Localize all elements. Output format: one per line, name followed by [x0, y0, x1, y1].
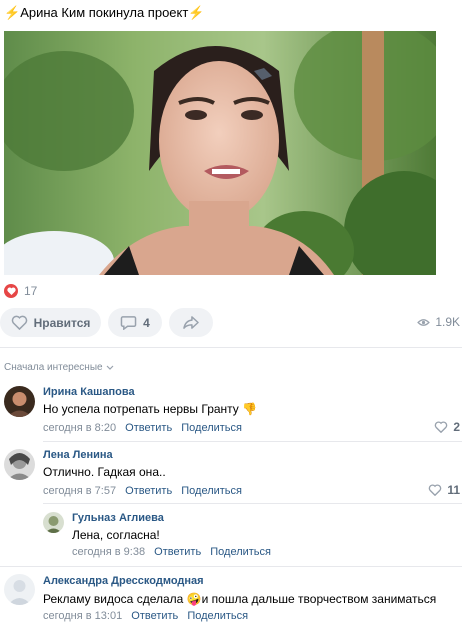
heart-icon: [429, 484, 442, 496]
divider: [0, 347, 462, 348]
divider: [0, 566, 462, 567]
comment-time[interactable]: сегодня в 7:57: [43, 485, 116, 497]
comment-text: Но успела потрепать нервы Гранту 👎: [43, 402, 258, 416]
likes-count: 17: [24, 284, 38, 298]
avatar[interactable]: [4, 386, 35, 417]
share-comment-button[interactable]: Поделиться: [181, 485, 242, 497]
comment-reply-item: Гульназ Аглиева Лена, согласна! сегодня …: [0, 508, 464, 568]
comment-meta: сегодня в 13:01 Ответить Поделиться: [43, 610, 248, 622]
avatar[interactable]: [43, 512, 64, 533]
comment-meta: сегодня в 7:57 Ответить Поделиться: [43, 485, 242, 497]
heart-icon: [4, 284, 18, 298]
comment-time[interactable]: сегодня в 8:20: [43, 422, 116, 434]
comment-text: Рекламу видоса сделала 🤪и пошла дальше т…: [43, 592, 437, 606]
comment-meta: сегодня в 9:38 Ответить Поделиться: [72, 546, 271, 558]
eye-icon: [417, 318, 431, 326]
like-label: Нравится: [33, 315, 91, 330]
views-count: 1.9K: [435, 315, 460, 329]
avatar[interactable]: [4, 449, 35, 480]
comment-text: Отлично. Гадкая она..: [43, 465, 166, 479]
thumbs-down-emoji: 👎: [242, 402, 258, 416]
comment-time[interactable]: сегодня в 13:01: [43, 610, 122, 622]
post-title: ⚡Арина Ким покинула проект⚡: [4, 5, 205, 21]
comment-likes-count: 2: [453, 420, 460, 434]
post-photo[interactable]: [4, 31, 436, 275]
share-icon: [183, 316, 199, 329]
reply-button[interactable]: Ответить: [125, 422, 172, 434]
lightning-icon: ⚡: [188, 5, 205, 20]
comment-likes-count: 11: [447, 483, 460, 497]
comment-button[interactable]: 4: [108, 308, 162, 337]
post-actions: Нравится 4 1.9K: [0, 308, 464, 338]
likes-summary[interactable]: 17: [4, 284, 37, 298]
comment-item: Лена Ленина Отлично. Гадкая она.. сегодн…: [0, 445, 464, 505]
comment-text: Лена, согласна!: [72, 528, 160, 542]
heart-icon: [11, 315, 27, 330]
share-comment-button[interactable]: Поделиться: [187, 610, 248, 622]
comment-like-button[interactable]: 11: [428, 483, 460, 497]
divider: [43, 503, 462, 504]
comment-author[interactable]: Гульназ Аглиева: [72, 512, 164, 524]
comment-author[interactable]: Лена Ленина: [43, 449, 113, 461]
post-photo-image: [4, 31, 436, 275]
reply-button[interactable]: Ответить: [131, 610, 178, 622]
comment-author[interactable]: Ирина Кашапова: [43, 386, 135, 398]
comment-icon: [120, 316, 137, 330]
reply-button[interactable]: Ответить: [154, 546, 201, 558]
share-comment-button[interactable]: Поделиться: [210, 546, 271, 558]
avatar[interactable]: [4, 574, 35, 605]
chevron-down-icon: [106, 365, 114, 370]
heart-icon: [435, 421, 448, 433]
comments-sort[interactable]: Сначала интересные: [4, 362, 114, 373]
sort-label: Сначала интересные: [4, 362, 103, 373]
views-counter: 1.9K: [417, 315, 460, 329]
comment-item: Ирина Кашапова Но успела потрепать нервы…: [0, 382, 464, 442]
reply-button[interactable]: Ответить: [125, 485, 172, 497]
zany-face-emoji: 🤪: [186, 592, 202, 606]
divider: [43, 441, 462, 442]
like-button[interactable]: Нравится: [0, 308, 101, 337]
post-title-text: Арина Ким покинула проект: [20, 5, 189, 20]
share-button[interactable]: [169, 308, 213, 337]
comment-time[interactable]: сегодня в 9:38: [72, 546, 145, 558]
comment-like-button[interactable]: 2: [434, 420, 460, 434]
comments-count: 4: [143, 315, 150, 330]
comment-author[interactable]: Александра Дресскодмодная: [43, 575, 204, 587]
share-comment-button[interactable]: Поделиться: [181, 422, 242, 434]
lightning-icon: ⚡: [4, 5, 21, 20]
comment-item: Александра Дресскодмодная Рекламу видоса…: [0, 570, 464, 624]
comment-meta: сегодня в 8:20 Ответить Поделиться: [43, 422, 242, 434]
